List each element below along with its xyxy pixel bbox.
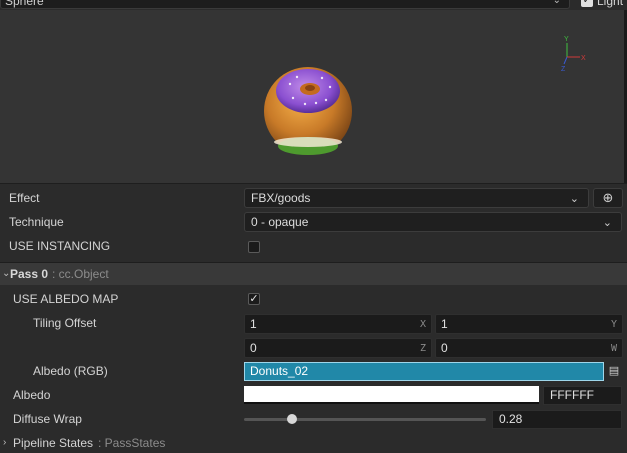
technique-label: Technique (9, 215, 64, 229)
diffuse-wrap-slider-track[interactable] (244, 418, 486, 421)
use-albedo-map-checkbox[interactable]: ✓ (248, 293, 260, 305)
axis-z-label: Z (419, 343, 426, 354)
mesh-select[interactable]: Sphere ⌄ (0, 0, 570, 9)
albedo-texture-field[interactable]: Donuts_02 (244, 362, 604, 381)
tiling-offset-z-field[interactable]: 0 Z (244, 338, 432, 358)
checkmark-icon: ✓ (582, 0, 592, 6)
tiling-offset-z-value: 0 (250, 341, 257, 355)
axis-y-label: Y (610, 319, 617, 330)
locate-target-icon: ⊕ (602, 190, 614, 205)
diffuse-wrap-value: 0.28 (499, 412, 523, 426)
chevron-right-icon: › (3, 437, 7, 448)
technique-dropdown[interactable]: 0 - opaque ⌄ (244, 212, 622, 232)
pass-type-label: : cc.Object (52, 267, 109, 281)
albedo-hex-value: FFFFFF (550, 388, 594, 402)
diffuse-wrap-label: Diffuse Wrap (13, 412, 82, 426)
diffuse-wrap-value-field[interactable]: 0.28 (492, 410, 622, 429)
light-label: Light (597, 0, 624, 8)
light-checkbox[interactable]: ✓ (581, 0, 593, 7)
effect-value: FBX/goods (251, 191, 311, 205)
albedo-color-swatch[interactable] (244, 386, 539, 404)
use-instancing-checkbox[interactable] (248, 241, 260, 253)
albedo-rgb-label: Albedo (RGB) (33, 364, 108, 378)
axis-gizmo: Y X Z (561, 36, 586, 73)
tiling-offset-x-field[interactable]: 1 X (244, 314, 432, 334)
axis-y-label: Y (564, 36, 569, 43)
chevron-down-icon: ⌄ (602, 217, 612, 229)
tiling-offset-w-value: 0 (441, 341, 448, 355)
pipeline-states-type-label: : PassStates (98, 436, 166, 450)
pass-title: Pass 0 (10, 267, 49, 281)
albedo-hex-field[interactable]: FFFFFF (543, 386, 622, 405)
locate-effect-button[interactable]: ⊕ (593, 188, 623, 208)
tiling-offset-x-value: 1 (250, 317, 257, 331)
diffuse-wrap-slider-thumb[interactable] (287, 414, 298, 424)
material-preview-viewport[interactable]: Y X Z (0, 10, 627, 184)
effect-dropdown[interactable]: FBX/goods ⌄ (244, 188, 589, 208)
pipeline-states-title: Pipeline States (13, 436, 94, 450)
axis-w-label: W (610, 343, 617, 354)
technique-value: 0 - opaque (251, 215, 309, 229)
axis-x-label: X (419, 319, 426, 330)
use-albedo-map-label: USE ALBEDO MAP (13, 292, 119, 306)
use-instancing-label: USE INSTANCING (9, 239, 111, 253)
albedo-texture-value: Donuts_02 (250, 364, 309, 378)
effect-label: Effect (9, 191, 40, 205)
tiling-offset-label: Tiling Offset (33, 316, 97, 330)
tiling-offset-y-value: 1 (441, 317, 448, 331)
mesh-select-value: Sphere (5, 0, 44, 8)
chevron-down-icon: ⌄ (569, 193, 579, 205)
pass-0-header[interactable]: ⌄ Pass 0 : cc.Object (0, 262, 627, 285)
asset-locate-icon[interactable]: ▤ (607, 364, 621, 378)
albedo-label: Albedo (13, 388, 51, 402)
tiling-offset-y-field[interactable]: 1 Y (435, 314, 623, 334)
chevron-down-icon: ⌄ (552, 0, 561, 6)
pipeline-states-header[interactable]: › Pipeline States : PassStates (0, 433, 627, 453)
checkmark-icon: ✓ (249, 293, 259, 305)
axis-z-label: Z (561, 66, 566, 73)
tiling-offset-w-field[interactable]: 0 W (435, 338, 623, 358)
axis-x-label: X (581, 55, 586, 62)
donut-sphere-model (264, 67, 352, 155)
preview-canvas: Y X Z (264, 36, 586, 155)
